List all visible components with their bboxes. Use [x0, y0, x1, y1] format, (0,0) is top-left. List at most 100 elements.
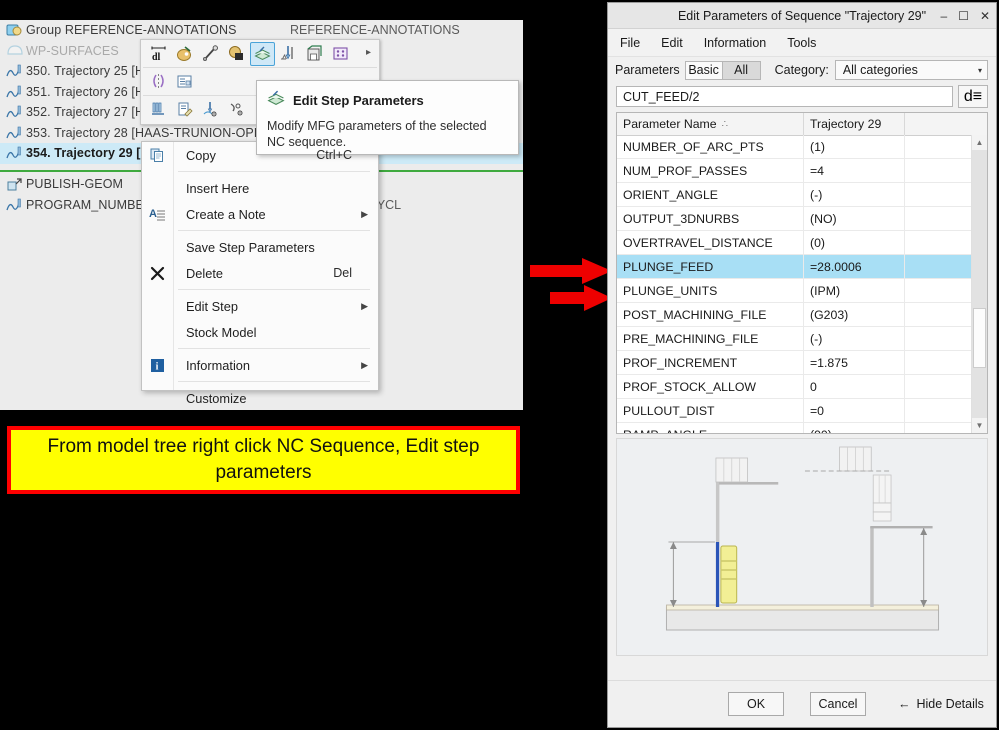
cell-parameter-value[interactable]: =1.875 — [804, 351, 905, 374]
category-select[interactable]: All categories ▾ — [835, 60, 988, 80]
tool-manager-icon[interactable] — [276, 42, 301, 66]
cell-parameter-value[interactable]: (IPM) — [804, 279, 905, 302]
cell-parameter-value[interactable]: (0) — [804, 231, 905, 254]
menu-item-insert-here[interactable]: Insert Here — [142, 175, 378, 201]
parameter-preview-diagram — [616, 438, 988, 656]
tree-row[interactable]: Group REFERENCE-ANNOTATIONS REFERENCE-AN… — [0, 20, 523, 41]
scrollbar-thumb[interactable] — [973, 308, 986, 368]
column-header-label: Parameter Name — [623, 117, 717, 131]
close-icon[interactable]: ✕ — [980, 9, 990, 23]
table-row[interactable]: PRE_MACHINING_FILE(-) — [617, 327, 987, 351]
menu-information[interactable]: Information — [704, 36, 767, 50]
insert-parameter-button[interactable]: d≡ — [958, 85, 988, 108]
material-icon[interactable] — [224, 42, 249, 66]
table-row[interactable]: ORIENT_ANGLE(-) — [617, 183, 987, 207]
cl-data-icon[interactable] — [146, 98, 171, 122]
menu-divider — [178, 230, 370, 231]
red-arrow-plunge-units — [550, 285, 612, 316]
column-header-blank — [905, 113, 987, 135]
play-path-icon[interactable] — [198, 98, 223, 122]
cell-parameter-name: POST_MACHINING_FILE — [617, 303, 804, 326]
cell-parameter-value[interactable]: (90) — [804, 423, 905, 433]
table-row[interactable]: POST_MACHINING_FILE(G203) — [617, 303, 987, 327]
cell-parameter-name: ORIENT_ANGLE — [617, 183, 804, 206]
trajectory-icon — [4, 83, 26, 101]
menu-item-edit-step[interactable]: Edit Step ▶ — [142, 293, 378, 319]
instruction-annotation: From model tree right click NC Sequence,… — [7, 426, 520, 494]
formula-row: CUT_FEED/2 d≡ — [608, 83, 996, 110]
context-menu[interactable]: Copy Ctrl+C Insert Here A Create a Note … — [141, 141, 379, 391]
formula-input[interactable]: CUT_FEED/2 — [616, 86, 953, 107]
cell-parameter-value[interactable]: (-) — [804, 183, 905, 206]
sort-indicator-icon: ∴ — [722, 119, 728, 130]
cell-parameter-value[interactable]: =4 — [804, 159, 905, 182]
table-body[interactable]: NUMBER_OF_ARC_PTS(1) NUM_PROF_PASSES=4 O… — [617, 135, 987, 433]
table-row[interactable]: PLUNGE_UNITS(IPM) — [617, 279, 987, 303]
parameters-table[interactable]: Parameter Name ∴ Trajectory 29 NUMBER_OF… — [616, 112, 988, 434]
cell-parameter-value[interactable]: (1) — [804, 135, 905, 158]
table-row-selected[interactable]: PLUNGE_FEED=28.0006 — [617, 255, 987, 279]
paint-palette-icon[interactable] — [172, 42, 197, 66]
scrollbar-track[interactable] — [972, 150, 987, 418]
table-scrollbar[interactable]: ▲ ▼ — [971, 135, 987, 433]
menu-file[interactable]: File — [620, 36, 640, 50]
tree-row-label: Group REFERENCE-ANNOTATIONS — [26, 23, 237, 37]
cell-parameter-name: PULLOUT_DIST — [617, 399, 804, 422]
table-row[interactable]: OUTPUT_3DNURBS(NO) — [617, 207, 987, 231]
cell-parameter-name: PRE_MACHINING_FILE — [617, 327, 804, 350]
window-controls: – ☐ ✕ — [940, 3, 990, 28]
minimize-icon[interactable]: – — [940, 9, 947, 23]
table-row[interactable]: PULLOUT_DIST=0 — [617, 399, 987, 423]
menu-item-create-a-note[interactable]: A Create a Note ▶ — [142, 201, 378, 227]
menu-tools[interactable]: Tools — [787, 36, 816, 50]
menu-item-delete[interactable]: Delete Del — [142, 260, 378, 286]
toolbar-overflow-arrow[interactable]: ▸ — [366, 47, 371, 58]
table-row[interactable]: RAMP_ANGLE(90) — [617, 423, 987, 433]
menu-edit[interactable]: Edit — [661, 36, 683, 50]
cell-parameter-value[interactable]: (G203) — [804, 303, 905, 326]
edit-step-parameters-icon[interactable] — [250, 42, 275, 66]
scroll-up-button[interactable]: ▲ — [972, 135, 987, 150]
cell-parameter-name: RAMP_ANGLE — [617, 423, 804, 433]
cancel-button[interactable]: Cancel — [810, 692, 866, 716]
menu-item-label: Edit Step — [186, 299, 238, 314]
dialog-footer: OK Cancel ← Hide Details — [608, 680, 996, 727]
tree-row-label: WP-SURFACES — [26, 44, 119, 58]
hide-details-button[interactable]: ← Hide Details — [898, 697, 984, 711]
edit-definition-icon[interactable] — [172, 98, 197, 122]
customize-grid-icon[interactable] — [328, 42, 353, 66]
tab-basic[interactable]: Basic — [685, 61, 723, 80]
menu-divider — [178, 289, 370, 290]
table-row[interactable]: OVERTRAVEL_DISTANCE(0) — [617, 231, 987, 255]
chevron-right-icon: ▶ — [361, 301, 368, 312]
table-row[interactable]: NUM_PROF_PASSES=4 — [617, 159, 987, 183]
cell-parameter-value[interactable]: =28.0006 — [804, 255, 905, 278]
cell-parameter-value[interactable]: (NO) — [804, 207, 905, 230]
save-step-icon[interactable] — [302, 42, 327, 66]
mirror-icon[interactable] — [146, 70, 171, 94]
column-header-parameter-name[interactable]: Parameter Name ∴ — [617, 113, 804, 135]
column-header-trajectory-29[interactable]: Trajectory 29 — [804, 113, 905, 135]
paintbrush-icon[interactable] — [198, 42, 223, 66]
table-row[interactable]: PROF_STOCK_ALLOW0 — [617, 375, 987, 399]
maximize-icon[interactable]: ☐ — [958, 9, 969, 23]
menu-item-copy[interactable]: Copy Ctrl+C — [142, 142, 378, 168]
check-path-icon[interactable] — [224, 98, 249, 122]
list-properties-icon[interactable] — [172, 70, 197, 94]
table-row[interactable]: NUMBER_OF_ARC_PTS(1) — [617, 135, 987, 159]
cell-parameter-value[interactable]: (-) — [804, 327, 905, 350]
dimension-icon[interactable]: dl — [146, 42, 171, 66]
menu-item-information[interactable]: i Information ▶ — [142, 352, 378, 378]
dialog-titlebar: Edit Parameters of Sequence "Trajectory … — [608, 3, 996, 29]
scroll-down-button[interactable]: ▼ — [972, 418, 987, 433]
tab-all[interactable]: All — [723, 61, 761, 80]
dialog-menubar[interactable]: File Edit Information Tools — [608, 29, 996, 57]
trajectory-icon — [4, 144, 26, 162]
ok-button[interactable]: OK — [728, 692, 784, 716]
menu-item-customize[interactable]: Customize — [142, 385, 378, 411]
table-row[interactable]: PROF_INCREMENT=1.875 — [617, 351, 987, 375]
cell-parameter-value[interactable]: 0 — [804, 375, 905, 398]
menu-item-save-step-parameters[interactable]: Save Step Parameters — [142, 234, 378, 260]
menu-item-stock-model[interactable]: Stock Model — [142, 319, 378, 345]
cell-parameter-value[interactable]: =0 — [804, 399, 905, 422]
